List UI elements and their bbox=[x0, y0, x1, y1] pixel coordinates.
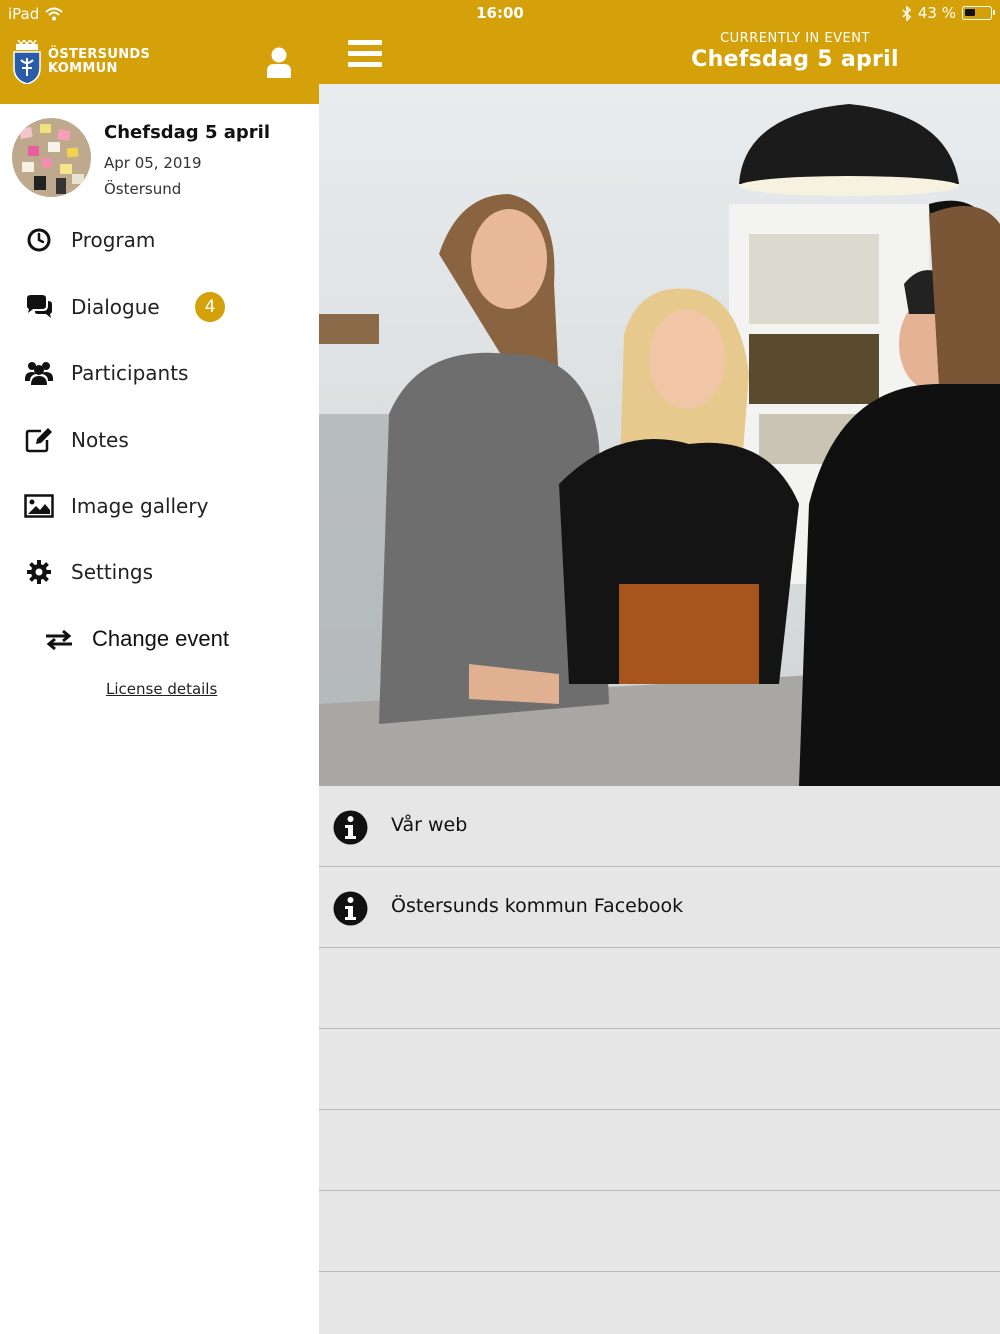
status-bar: iPad 16:00 43 % bbox=[0, 0, 1000, 28]
info-icon bbox=[333, 810, 368, 845]
clock-icon bbox=[24, 227, 54, 253]
coat-of-arms-icon bbox=[13, 40, 41, 84]
municipality-logo: ÖSTERSUNDS KOMMUN bbox=[12, 40, 150, 84]
sidebar-item-settings[interactable]: Settings bbox=[0, 547, 319, 597]
gear-icon bbox=[24, 559, 54, 585]
logo-line-1: ÖSTERSUNDS bbox=[48, 47, 151, 62]
empty-list-row bbox=[319, 1191, 1000, 1272]
sidebar-item-label: Notes bbox=[71, 428, 129, 452]
event-hero-image bbox=[319, 84, 1000, 786]
info-icon bbox=[333, 891, 368, 926]
edit-note-icon bbox=[24, 427, 54, 453]
sidebar-item-dialogue[interactable]: Dialogue 4 bbox=[0, 282, 319, 332]
hamburger-menu-button[interactable] bbox=[348, 40, 382, 68]
empty-list-row bbox=[319, 1272, 1000, 1334]
battery-percent: 43 % bbox=[917, 4, 956, 22]
currently-in-event-label: CURRENTLY IN EVENT bbox=[720, 31, 870, 46]
event-date: Apr 05, 2019 bbox=[104, 154, 202, 172]
event-avatar bbox=[12, 118, 91, 197]
sidebar-item-label: Settings bbox=[71, 560, 154, 584]
chat-bubbles-icon bbox=[24, 294, 54, 320]
current-event-name: Chefsdag 5 april bbox=[691, 47, 899, 72]
main-content: CURRENTLY IN EVENT Chefsdag 5 april Vår … bbox=[319, 0, 1000, 1334]
unread-badge: 4 bbox=[195, 292, 225, 322]
logo-line-2: KOMMUN bbox=[48, 61, 118, 76]
sidebar-item-label: Participants bbox=[71, 361, 189, 385]
users-icon bbox=[24, 360, 54, 386]
sidebar-item-image-gallery[interactable]: Image gallery bbox=[0, 481, 319, 531]
bluetooth-icon bbox=[902, 5, 911, 21]
sidebar-item-notes[interactable]: Notes bbox=[0, 415, 319, 465]
sidebar: ÖSTERSUNDS KOMMUN Chefsdag 5 april Apr 0… bbox=[0, 0, 319, 1334]
sidebar-item-participants[interactable]: Participants bbox=[0, 348, 319, 398]
swap-arrows-icon bbox=[46, 630, 72, 650]
image-icon bbox=[24, 493, 54, 519]
link-label: Vår web bbox=[391, 814, 468, 836]
empty-list-row bbox=[319, 1110, 1000, 1191]
link-row-web[interactable]: Vår web bbox=[319, 786, 1000, 867]
sidebar-item-label: Image gallery bbox=[71, 494, 209, 518]
status-time: 16:00 bbox=[476, 4, 524, 22]
battery-icon bbox=[962, 6, 995, 20]
empty-list-row bbox=[319, 1029, 1000, 1110]
user-profile-button[interactable] bbox=[264, 46, 294, 78]
user-icon bbox=[267, 47, 291, 78]
license-details-link[interactable]: License details bbox=[106, 680, 217, 698]
link-row-facebook[interactable]: Östersunds kommun Facebook bbox=[319, 867, 1000, 948]
event-title: Chefsdag 5 april bbox=[104, 122, 270, 143]
event-location: Östersund bbox=[104, 180, 182, 198]
link-label: Östersunds kommun Facebook bbox=[391, 895, 684, 917]
sidebar-item-label: Program bbox=[71, 228, 156, 252]
sidebar-item-program[interactable]: Program bbox=[0, 215, 319, 265]
empty-list-row bbox=[319, 948, 1000, 1029]
sidebar-item-label: Dialogue bbox=[71, 295, 160, 319]
change-event-label: Change event bbox=[92, 626, 229, 651]
current-event-card[interactable]: Chefsdag 5 april Apr 05, 2019 Östersund bbox=[12, 116, 312, 202]
